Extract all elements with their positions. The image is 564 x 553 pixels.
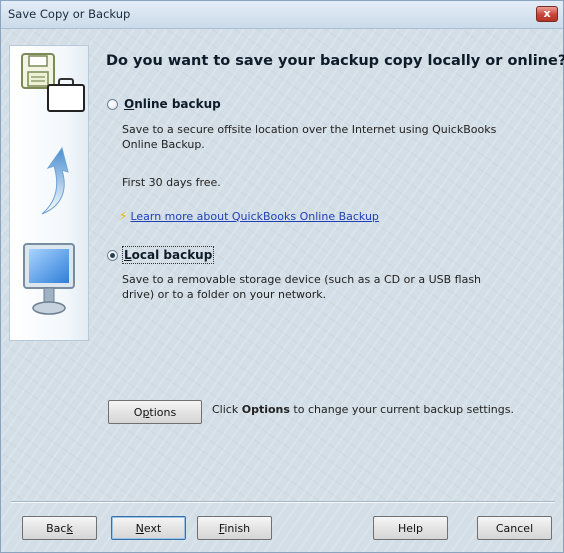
learn-more-row: ⚡ Learn more about QuickBooks Online Bac… bbox=[119, 209, 379, 223]
wizard-footer: Back Next Finish Help Cancel bbox=[1, 503, 563, 552]
briefcase-icon bbox=[47, 78, 85, 112]
online-backup-label[interactable]: Online backup bbox=[124, 97, 221, 111]
online-backup-description: Save to a secure offsite location over t… bbox=[122, 123, 497, 151]
online-backup-radio[interactable] bbox=[107, 98, 118, 110]
cancel-button[interactable]: Cancel bbox=[477, 516, 552, 540]
options-note: Click Options to change your current bac… bbox=[212, 403, 514, 416]
local-backup-description: Save to a removable storage device (such… bbox=[122, 273, 482, 301]
window-title: Save Copy or Backup bbox=[8, 7, 131, 21]
finish-button[interactable]: Finish bbox=[197, 516, 272, 540]
wizard-illustration bbox=[9, 45, 89, 341]
curved-arrow-icon bbox=[41, 146, 69, 215]
dialog-content: Do you want to save your backup copy loc… bbox=[1, 29, 564, 501]
close-icon: x bbox=[543, 7, 551, 20]
learn-more-link[interactable]: Learn more about QuickBooks Online Backu… bbox=[130, 210, 378, 223]
online-backup-trial-note: First 30 days free. bbox=[122, 176, 221, 189]
lightning-bolt-icon: ⚡ bbox=[119, 209, 128, 223]
options-button[interactable]: Options bbox=[108, 400, 202, 424]
local-backup-label[interactable]: Local backup bbox=[121, 246, 215, 264]
page-heading: Do you want to save your backup copy loc… bbox=[106, 53, 564, 69]
local-backup-radio[interactable] bbox=[107, 249, 118, 261]
back-button[interactable]: Back bbox=[22, 516, 97, 540]
save-copy-dialog: Save Copy or Backup x Do you want to sav… bbox=[0, 0, 564, 553]
local-backup-option[interactable]: Local backup bbox=[107, 246, 215, 264]
next-button[interactable]: Next bbox=[111, 516, 186, 540]
computer-monitor-icon bbox=[23, 243, 75, 315]
help-button[interactable]: Help bbox=[373, 516, 448, 540]
title-bar[interactable]: Save Copy or Backup x bbox=[1, 1, 563, 29]
online-backup-option[interactable]: Online backup bbox=[107, 97, 221, 111]
close-button[interactable]: x bbox=[536, 6, 558, 22]
